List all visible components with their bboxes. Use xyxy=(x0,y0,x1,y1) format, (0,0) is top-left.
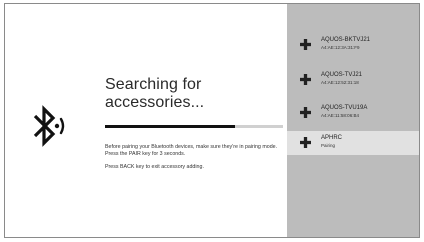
bluetooth-device-icon xyxy=(300,137,311,148)
device-name: APHRC xyxy=(321,135,343,141)
bluetooth-device-icon xyxy=(300,39,311,50)
device-address: A4:AE:12:52:31:18 xyxy=(321,80,359,85)
device-address: A4:AE:11:58:06:B4 xyxy=(321,113,359,118)
bluetooth-device-icon xyxy=(300,74,311,85)
device-item-aquos-bktvj21[interactable]: AQUOS-BKTVJ21 A4:AE:12:3A:31:F9 xyxy=(287,33,419,57)
device-status: Pairing xyxy=(321,143,336,148)
tv-screen: Searching for accessories... Before pair… xyxy=(4,3,420,238)
page-title: Searching for accessories... xyxy=(105,76,205,111)
device-name: AQUOS-BKTVJ21 xyxy=(321,37,371,43)
instructions-text: Before pairing your Bluetooth devices, m… xyxy=(105,144,283,177)
bluetooth-device-icon xyxy=(300,107,311,118)
search-progress-bar xyxy=(105,125,283,128)
device-item-aphrc[interactable]: APHRC Pairing xyxy=(287,131,419,155)
device-name: AQUOS-TVU19A xyxy=(321,105,368,111)
pairing-instruction: Before pairing your Bluetooth devices, m… xyxy=(105,144,278,157)
device-item-aquos-tvj21[interactable]: AQUOS-TVJ21 A4:AE:12:52:31:18 xyxy=(287,68,419,92)
bluetooth-searching-icon xyxy=(33,105,65,147)
device-name: AQUOS-TVJ21 xyxy=(321,72,363,78)
exit-instruction: Press BACK key to exit accessory adding. xyxy=(105,164,204,170)
search-progress-fill xyxy=(105,125,235,128)
device-list: AQUOS-BKTVJ21 A4:AE:12:3A:31:F9 AQUOS-TV… xyxy=(287,4,419,237)
search-panel: Searching for accessories... Before pair… xyxy=(5,4,287,237)
device-address: A4:AE:12:3A:31:F9 xyxy=(321,45,360,50)
device-item-aquos-tvu19a[interactable]: AQUOS-TVU19A A4:AE:11:58:06:B4 xyxy=(287,101,419,125)
